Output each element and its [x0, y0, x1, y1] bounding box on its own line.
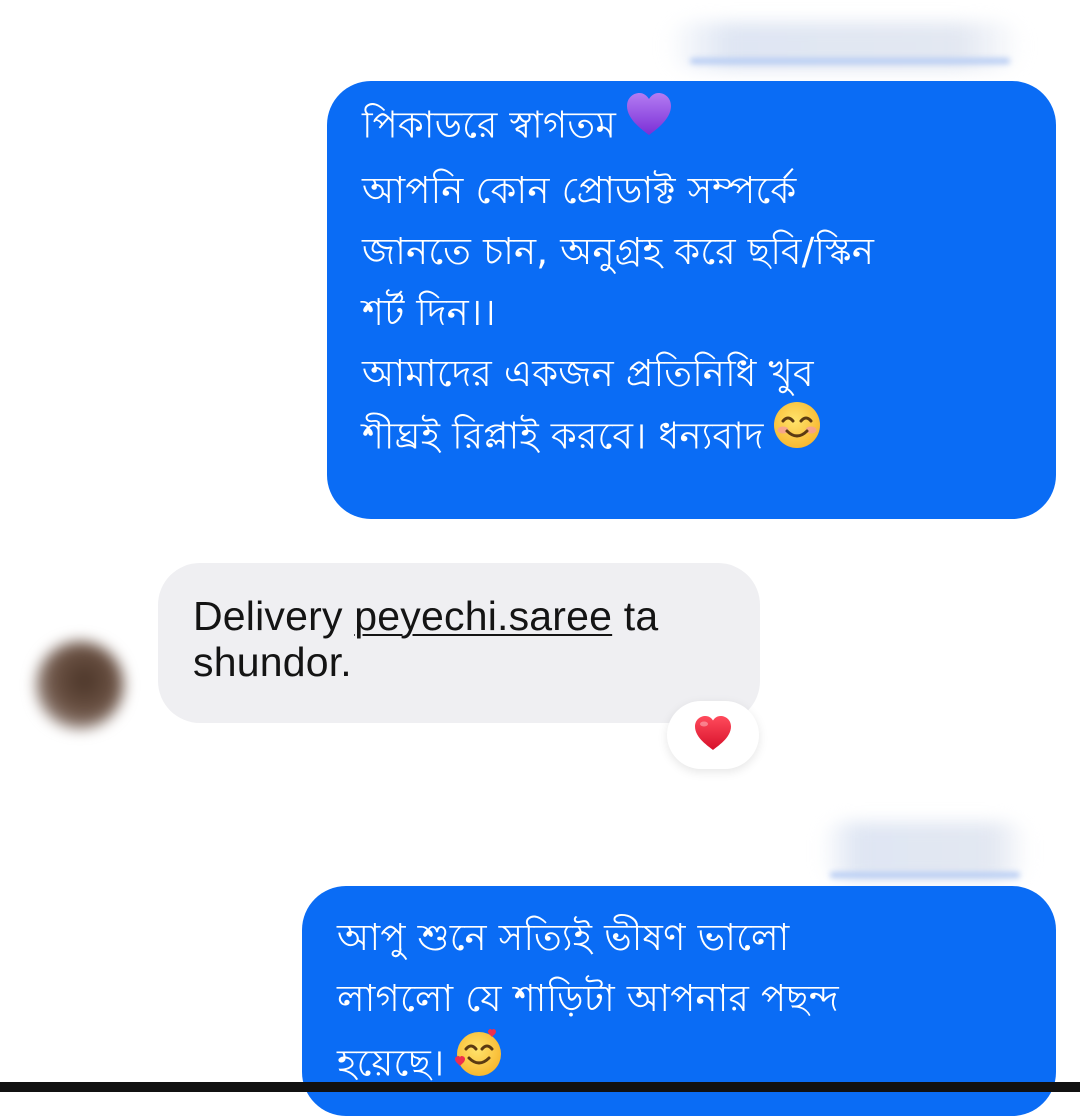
incoming-message-bubble[interactable]: Delivery peyechi.saree ta shundor. — [158, 563, 760, 723]
message-line: Delivery peyechi.saree ta — [193, 593, 730, 639]
message-line-text: হয়েছে। — [337, 1041, 445, 1085]
message-line: আপনি কোন প্রোডাক্ট সম্পর্কে — [362, 169, 797, 212]
message-link[interactable]: peyechi.saree — [354, 593, 612, 639]
message-line: আমাদের একজন প্রতিনিধি খুব — [362, 352, 814, 395]
outgoing-message-bubble[interactable]: পিকাডরে স্বাগতম আপনি কোন প্রোডাক্ট সম্পর… — [327, 81, 1056, 519]
message-line: আপু শুনে সত্যিই ভীষণ ভালো — [337, 916, 790, 959]
reply-preview-line — [690, 58, 1010, 64]
reply-preview-line — [830, 872, 1020, 878]
red-heart-icon — [692, 713, 734, 757]
message-text: ta — [612, 593, 659, 639]
contact-avatar[interactable] — [36, 641, 124, 729]
bottom-bar — [0, 1082, 1080, 1092]
message-line: shundor. — [193, 639, 352, 685]
chat-thread: পিকাডরে স্বাগতম আপনি কোন প্রোডাক্ট সম্পর… — [0, 0, 1080, 1116]
smiling-face-icon — [772, 400, 822, 468]
message-line: পিকাডরে স্বাগতম — [362, 93, 1026, 160]
message-line: জানতে চান, অনুগ্রহ করে ছবি/স্কিন — [362, 230, 875, 273]
message-text: Delivery — [193, 593, 355, 639]
message-reaction[interactable] — [667, 701, 759, 769]
purple-heart-icon — [624, 90, 674, 156]
message-line: শীঘ্রই রিপ্লাই করবে। ধন্যবাদ — [362, 402, 1026, 472]
message-line: লাগলো যে শাড়িটা আপনার পছন্দ — [337, 977, 839, 1020]
message-line-text: পিকাডরে স্বাগতম — [362, 103, 617, 147]
message-line-text: শীঘ্রই রিপ্লাই করবে। ধন্যবাদ — [362, 414, 764, 458]
message-line: শর্ট দিন।। — [362, 291, 496, 334]
